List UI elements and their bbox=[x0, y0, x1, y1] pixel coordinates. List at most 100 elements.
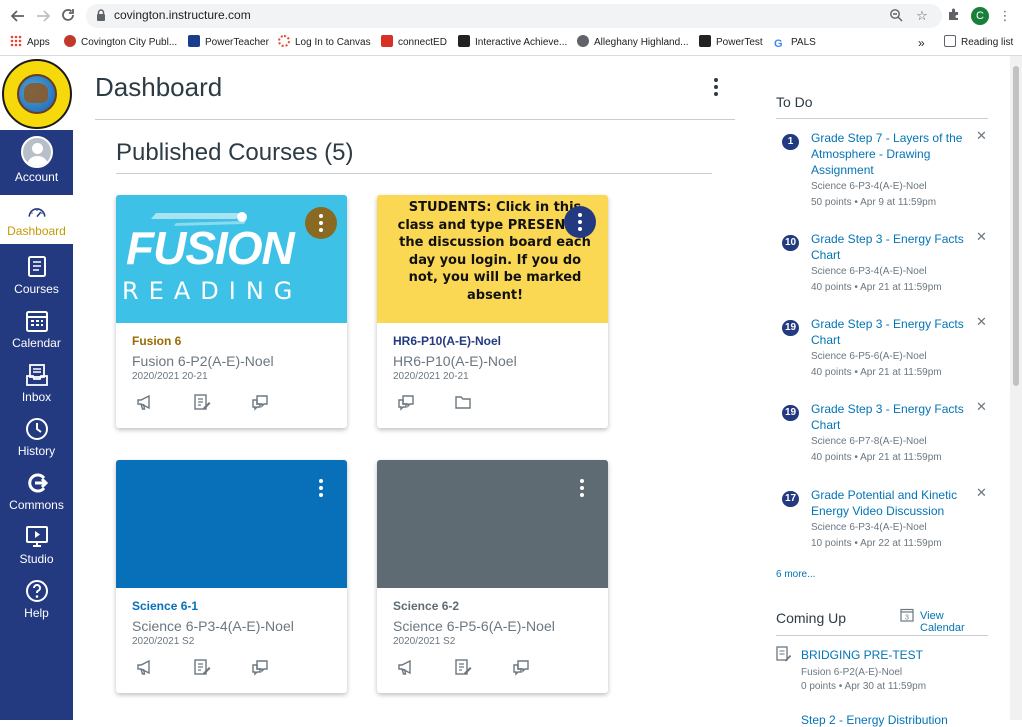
todo-course: Science 6-P7-8(A-E)-Noel bbox=[811, 436, 927, 447]
card-course-code[interactable]: Science 6-1 bbox=[132, 599, 198, 613]
course-card[interactable]: FUSION READING Fusion 6 Fusion 6-P2(A-E)… bbox=[116, 195, 347, 428]
todo-title-link[interactable]: Grade Step 3 - Energy Facts Chart bbox=[811, 401, 969, 433]
google-icon: G bbox=[774, 38, 783, 50]
card-course-code[interactable]: Science 6-2 bbox=[393, 599, 459, 613]
nav-studio[interactable]: Studio bbox=[0, 522, 73, 576]
bookmarks-overflow-button[interactable]: » bbox=[918, 35, 925, 51]
announcements-icon[interactable] bbox=[136, 658, 154, 676]
coming-up-heading: Coming Up bbox=[776, 610, 847, 626]
page-scrollbar[interactable] bbox=[1010, 56, 1022, 720]
card-options-button[interactable] bbox=[564, 206, 596, 238]
todo-title-link[interactable]: Grade Step 3 - Energy Facts Chart bbox=[811, 231, 969, 263]
card-term: 2020/2021 S2 bbox=[132, 636, 195, 647]
todo-meta: 10 points • Apr 22 at 11:59pm bbox=[811, 538, 942, 549]
bookmark-interactive[interactable]: Interactive Achieve... bbox=[458, 35, 567, 51]
coming-up-course: Fusion 6-P2(A-E)-Noel bbox=[801, 667, 903, 678]
discussions-icon[interactable] bbox=[512, 658, 530, 676]
forward-icon[interactable] bbox=[33, 6, 53, 26]
todo-heading: To Do bbox=[776, 94, 813, 110]
scrollbar-thumb[interactable] bbox=[1013, 66, 1019, 386]
calendar-icon bbox=[25, 311, 48, 332]
bookmark-connected[interactable]: connectED bbox=[381, 35, 447, 51]
todo-meta: 50 points • Apr 9 at 11:59pm bbox=[811, 197, 937, 208]
profile-avatar[interactable]: C bbox=[971, 7, 989, 25]
bookmark-pals[interactable]: G PALS bbox=[774, 35, 816, 51]
assignments-icon[interactable] bbox=[454, 658, 472, 676]
files-icon[interactable] bbox=[454, 393, 472, 411]
zoom-icon[interactable] bbox=[888, 8, 904, 24]
browser-menu-icon[interactable]: ⋮ bbox=[996, 7, 1014, 25]
card-options-button[interactable] bbox=[305, 472, 337, 504]
course-card[interactable]: Science 6-1 Science 6-P3-4(A-E)-Noel 202… bbox=[116, 460, 347, 693]
bookmark-covington[interactable]: Covington City Publ... bbox=[64, 35, 177, 51]
section-divider bbox=[116, 173, 712, 174]
reading-hero-text: READING bbox=[122, 277, 303, 305]
card-course-code[interactable]: HR6-P10(A-E)-Noel bbox=[393, 334, 501, 348]
coming-up-divider bbox=[776, 635, 988, 636]
calendar-icon[interactable]: 3 bbox=[900, 608, 914, 622]
coming-up-next-link[interactable]: Step 2 - Energy Distribution bbox=[801, 713, 948, 727]
back-icon[interactable] bbox=[8, 6, 28, 26]
view-calendar-link[interactable]: View Calendar bbox=[920, 610, 990, 634]
bookmark-powerteacher[interactable]: PowerTeacher bbox=[188, 35, 269, 51]
extensions-icon[interactable] bbox=[945, 7, 963, 25]
todo-title-link[interactable]: Grade Potential and Kinetic Energy Video… bbox=[811, 487, 969, 519]
assignments-icon[interactable] bbox=[193, 658, 211, 676]
interactive-favicon bbox=[458, 35, 470, 47]
card-options-button[interactable] bbox=[305, 207, 337, 239]
dashboard-main: Dashboard Published Courses (5) FUSION R… bbox=[73, 56, 753, 720]
dismiss-icon[interactable]: ✕ bbox=[976, 399, 987, 415]
course-card[interactable]: STUDENTS: Click in this class and type P… bbox=[377, 195, 608, 428]
todo-title-link[interactable]: Grade Step 3 - Energy Facts Chart bbox=[811, 316, 969, 348]
nav-commons[interactable]: Commons bbox=[0, 468, 73, 522]
dismiss-icon[interactable]: ✕ bbox=[976, 128, 987, 144]
assignments-icon[interactable] bbox=[193, 393, 211, 411]
bookmark-alleghany[interactable]: Alleghany Highland... bbox=[577, 35, 689, 51]
bookmark-powertest[interactable]: PowerTest bbox=[699, 35, 763, 51]
school-logo-link[interactable] bbox=[0, 56, 73, 130]
card-options-button[interactable] bbox=[566, 472, 598, 504]
course-card[interactable]: Science 6-2 Science 6-P5-6(A-E)-Noel 202… bbox=[377, 460, 608, 693]
bookmark-apps[interactable]: Apps bbox=[10, 35, 50, 51]
dismiss-icon[interactable]: ✕ bbox=[976, 229, 987, 245]
address-bar[interactable]: covington.instructure.com ☆ bbox=[86, 4, 942, 28]
announcements-icon[interactable] bbox=[397, 658, 415, 676]
nav-help[interactable]: Help bbox=[0, 576, 73, 630]
nav-calendar[interactable]: Calendar bbox=[0, 306, 73, 360]
nav-courses[interactable]: Courses bbox=[0, 252, 73, 306]
todo-count-badge: 19 bbox=[782, 320, 800, 336]
commons-icon bbox=[27, 473, 48, 493]
todo-more-link[interactable]: 6 more... bbox=[776, 569, 815, 580]
nav-dashboard[interactable]: Dashboard bbox=[0, 195, 73, 244]
nav-history[interactable]: History bbox=[0, 414, 73, 468]
reading-list-button[interactable]: Reading list bbox=[944, 35, 1013, 51]
discussions-icon[interactable] bbox=[397, 393, 415, 411]
card-course-code[interactable]: Fusion 6 bbox=[132, 334, 181, 348]
url-text[interactable]: covington.instructure.com bbox=[114, 8, 251, 22]
nav-inbox[interactable]: Inbox bbox=[0, 360, 73, 414]
discussions-icon[interactable] bbox=[251, 393, 269, 411]
bookmark-canvas[interactable]: Log In to Canvas bbox=[278, 35, 371, 51]
todo-course: Science 6-P3-4(A-E)-Noel bbox=[811, 181, 927, 192]
discussions-icon[interactable] bbox=[251, 658, 269, 676]
todo-divider bbox=[776, 118, 988, 119]
dismiss-icon[interactable]: ✕ bbox=[976, 314, 987, 330]
todo-course: Science 6-P3-4(A-E)-Noel bbox=[811, 522, 927, 533]
announcements-icon[interactable] bbox=[136, 393, 154, 411]
bookmarks-bar: Apps Covington City Publ... PowerTeacher… bbox=[0, 32, 1022, 54]
inbox-icon bbox=[25, 364, 48, 386]
global-navigation: Account Dashboard Courses Calendar Inbox… bbox=[0, 56, 73, 720]
dashboard-icon bbox=[28, 208, 45, 218]
history-icon bbox=[25, 418, 48, 440]
coming-up-meta: 0 points • Apr 30 at 11:59pm bbox=[801, 681, 927, 692]
dashboard-options-button[interactable] bbox=[711, 78, 721, 98]
todo-title-link[interactable]: Grade Step 7 - Layers of the Atmosphere … bbox=[811, 130, 969, 178]
nav-account[interactable]: Account bbox=[0, 136, 73, 190]
bookmark-star-icon[interactable]: ☆ bbox=[914, 8, 930, 24]
coming-up-title-link[interactable]: BRIDGING PRE-TEST bbox=[801, 648, 923, 662]
courses-icon bbox=[27, 256, 46, 277]
reload-icon[interactable] bbox=[58, 6, 78, 26]
todo-count-badge: 10 bbox=[782, 235, 800, 251]
dismiss-icon[interactable]: ✕ bbox=[976, 485, 987, 501]
reading-list-icon bbox=[944, 35, 956, 47]
